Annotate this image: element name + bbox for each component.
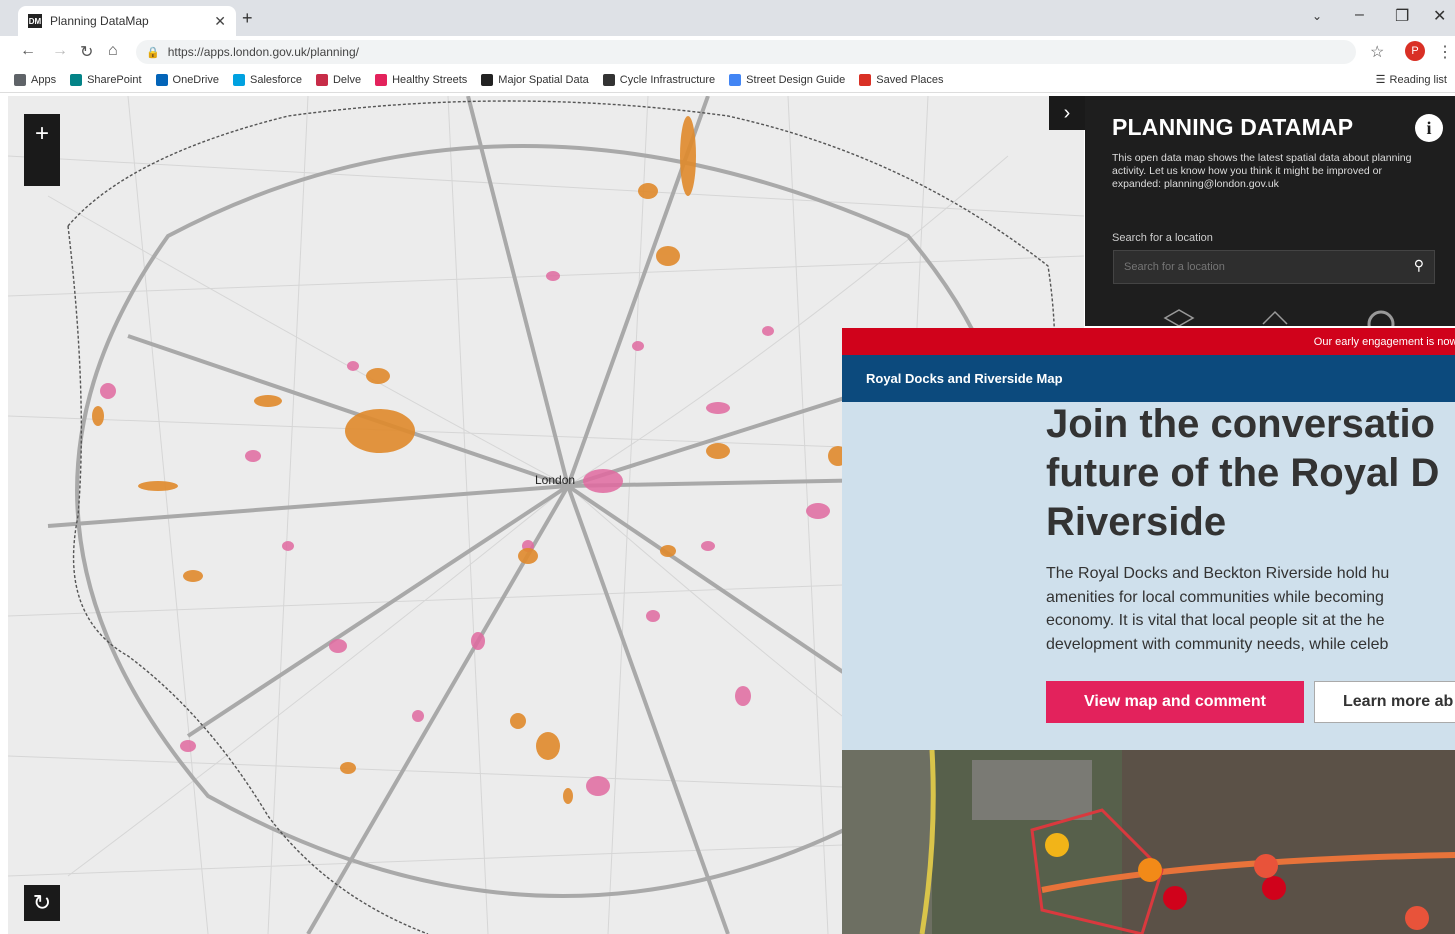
datamap-panel: PLANNING DATAMAP i This open data map sh… (1085, 96, 1455, 338)
maximize-icon[interactable]: ❐ (1395, 6, 1409, 26)
bookmark-label: Salesforce (249, 74, 302, 86)
view-map-button[interactable]: View map and comment (1046, 681, 1304, 723)
reading-list[interactable]: ☰ Reading list (1375, 73, 1447, 87)
bookmark-item[interactable]: SharePoint (70, 74, 142, 86)
search-icon[interactable]: ⚲ (1414, 257, 1424, 274)
home-view-icon[interactable] (1262, 310, 1288, 325)
lock-icon: 🔒 (146, 46, 160, 59)
comment-pin-orange[interactable] (1138, 858, 1162, 882)
bookmark-label: Delve (332, 74, 362, 86)
tab-search-icon[interactable]: ⌄ (1312, 9, 1322, 23)
home-icon[interactable]: ⌂ (108, 42, 118, 60)
bookmark-icon (602, 74, 615, 86)
info-icon[interactable]: i (1415, 114, 1443, 142)
bookmark-icon (14, 74, 26, 86)
reading-list-icon: ☰ (1375, 74, 1386, 86)
reset-view-button[interactable]: ↻ (24, 885, 60, 921)
hero-body: The Royal Docks and Beckton Riverside ho… (1046, 565, 1390, 653)
reading-list-label: Reading list (1389, 73, 1447, 86)
satellite-map-preview[interactable] (842, 750, 1455, 934)
bookmark-item[interactable]: Major Spatial Data (481, 74, 589, 86)
bookmark-item[interactable]: Delve (315, 74, 362, 86)
bookmark-icon (729, 74, 742, 86)
browser-toolbar: ← → ↻ ⌂ 🔒 https://apps.london.gov.uk/pla… (0, 36, 1455, 68)
cluster-marker[interactable] (1254, 854, 1278, 878)
bookmark-item[interactable]: Saved Places (859, 74, 944, 86)
bookmark-item[interactable]: Salesforce (232, 74, 302, 86)
reload-icon[interactable]: ↻ (80, 42, 93, 62)
cluster-marker[interactable] (1405, 906, 1429, 930)
bookmark-label: Cycle Infrastructure (619, 74, 716, 86)
bookmark-label: Apps (31, 74, 57, 86)
close-window-icon[interactable]: ✕ (1433, 6, 1446, 26)
bookmark-icon (375, 74, 388, 86)
royal-docks-website: Our early engagement is now open Royal D… (842, 328, 1455, 934)
search-box: ⚲ (1113, 250, 1435, 284)
address-bar[interactable]: 🔒 https://apps.london.gov.uk/planning/ (136, 40, 1356, 64)
learn-more-button[interactable]: Learn more ab (1314, 681, 1455, 723)
bookmark-icon (70, 74, 83, 86)
panel-description: This open data map shows the latest spat… (1112, 152, 1412, 190)
hero-title: Join the conversatio future of the Royal… (1046, 402, 1440, 544)
location-search-input[interactable] (1114, 251, 1406, 283)
search-label: Search for a location (1112, 232, 1213, 244)
tab-close-icon[interactable]: ✕ (214, 13, 226, 30)
bookmark-label: Major Spatial Data (498, 74, 589, 86)
bookmark-item[interactable]: Apps (14, 74, 56, 86)
bookmark-label: Healthy Streets (392, 74, 468, 86)
bookmark-label: SharePoint (87, 74, 142, 86)
new-tab-icon[interactable]: + (242, 8, 253, 29)
layers-icon[interactable] (1163, 309, 1195, 327)
bookmark-icon (315, 74, 328, 86)
comment-pin-red[interactable] (1262, 876, 1286, 900)
chevron-right-icon: › (1063, 101, 1071, 124)
bookmarks-bar: Apps SharePoint OneDrive Salesforce Delve Hea… (0, 68, 1455, 93)
bookmark-icon (859, 74, 872, 86)
back-icon[interactable]: ← (20, 42, 36, 60)
comment-pin-yellow[interactable] (1045, 833, 1069, 857)
bookmark-label: Street Design Guide (746, 74, 846, 86)
url-text: https://apps.london.gov.uk/planning/ (167, 45, 359, 59)
comment-pin-red[interactable] (1163, 886, 1187, 910)
bookmark-item[interactable]: Street Design Guide (729, 74, 845, 86)
alert-text: Our early engagement is now open (1313, 335, 1455, 348)
site-nav: Royal Docks and Riverside Map (842, 355, 1455, 402)
browser-menu-icon[interactable]: ⋮ (1437, 42, 1453, 62)
minimize-icon[interactable]: – (1355, 6, 1364, 24)
panel-title: PLANNING DATAMAP (1112, 114, 1354, 140)
tab-title: Planning DataMap (50, 14, 149, 28)
bookmark-label: Saved Places (876, 74, 944, 86)
browser-tab-bar: DM Planning DataMap ✕ + ⌄ – ❐ ✕ (0, 0, 1455, 36)
profile-avatar[interactable]: P (1405, 41, 1425, 61)
forward-icon[interactable]: → (52, 42, 68, 60)
tab-favicon-icon: DM (28, 14, 42, 28)
bookmark-label: OneDrive (172, 74, 219, 86)
london-label: London (535, 473, 576, 487)
bookmark-item[interactable]: OneDrive (155, 74, 219, 86)
panel-toggle-button[interactable]: › (1049, 96, 1085, 130)
bookmark-item[interactable]: Cycle Infrastructure (602, 74, 716, 86)
bookmark-icon (155, 74, 168, 86)
site-nav-title[interactable]: Royal Docks and Riverside Map (866, 371, 1063, 386)
zoom-out-button[interactable] (24, 154, 60, 186)
browser-tab[interactable]: DM Planning DataMap ✕ (18, 6, 236, 36)
panel-tools (1145, 304, 1405, 338)
bookmark-icon (232, 74, 245, 86)
bookmark-item[interactable]: Healthy Streets (375, 74, 467, 86)
zoom-in-button[interactable]: + (24, 114, 60, 154)
settings-icon[interactable] (1367, 310, 1395, 338)
bookmark-star-icon[interactable]: ☆ (1370, 42, 1384, 62)
bookmark-icon (481, 74, 494, 86)
engagement-alert-bar: Our early engagement is now open (842, 328, 1455, 355)
